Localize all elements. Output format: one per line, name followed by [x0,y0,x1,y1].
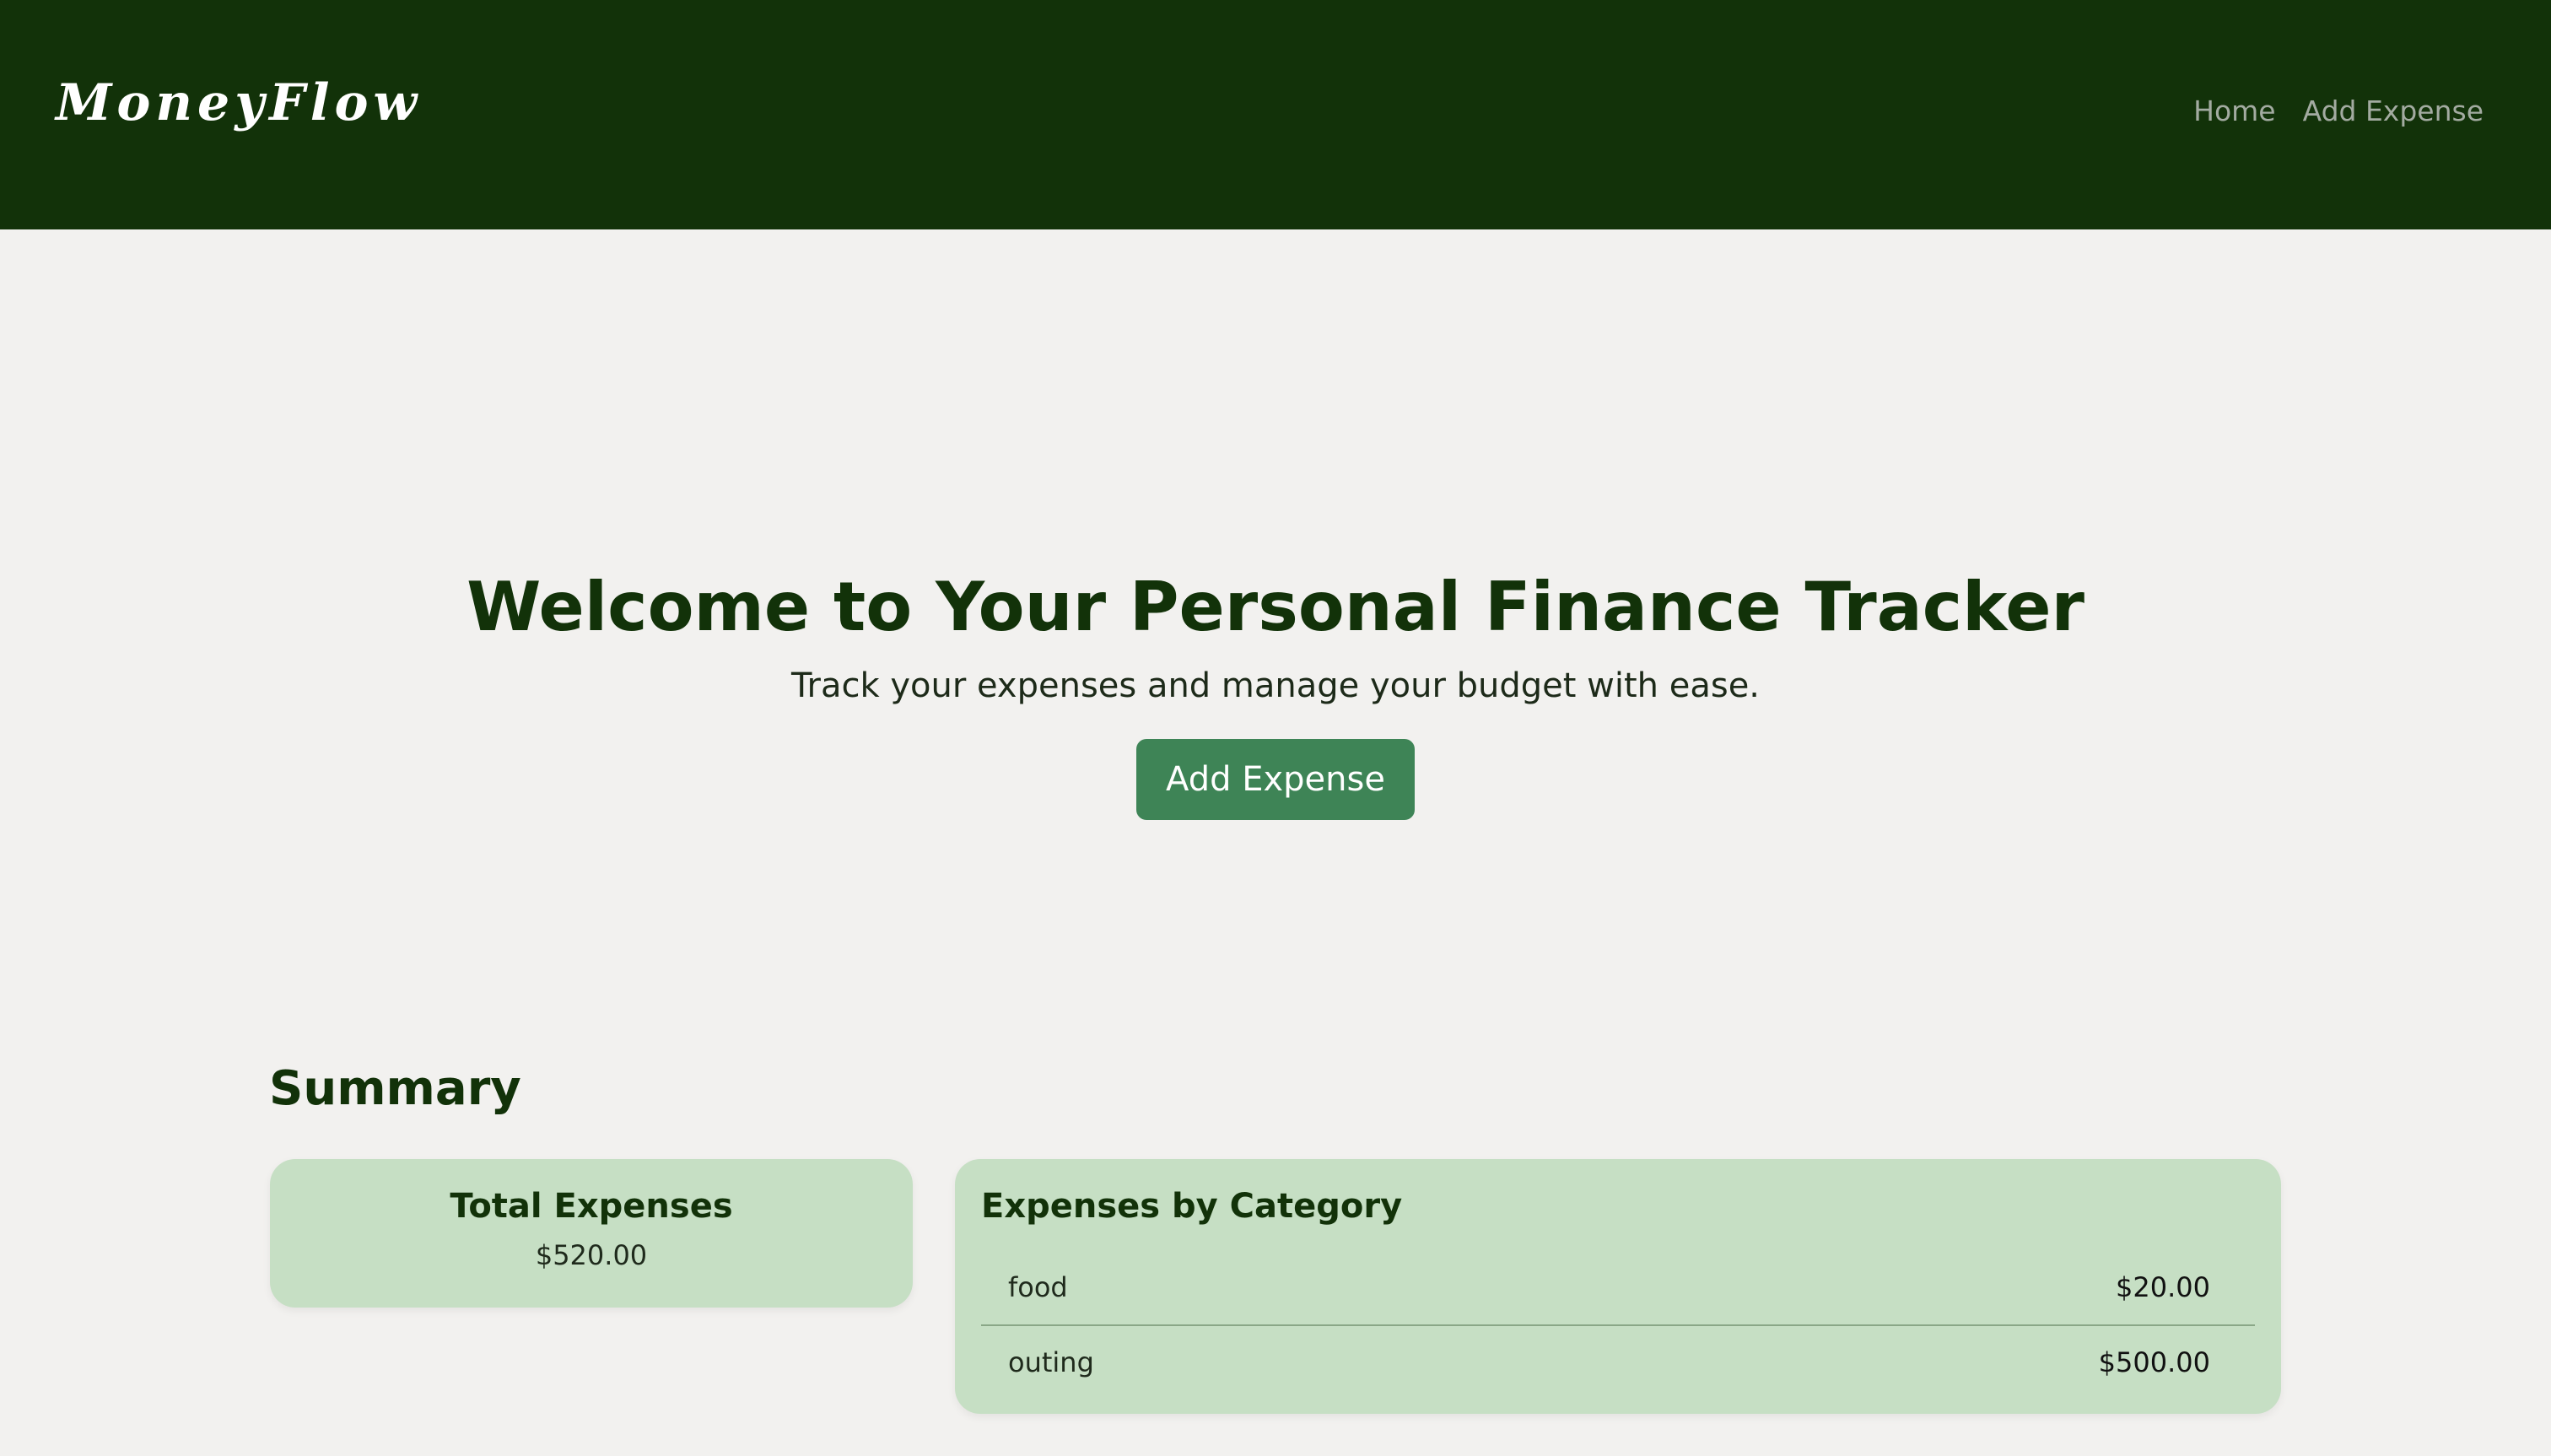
category-row: outing $500.00 [981,1324,2255,1399]
category-list: food $20.00 outing $500.00 [981,1250,2255,1399]
brand-logo[interactable]: MoneyFlow [56,78,422,128]
total-expenses-card: Total Expenses $520.00 [270,1159,913,1308]
nav-link-home[interactable]: Home [2193,94,2275,128]
category-row: food $20.00 [981,1250,2255,1324]
nav-link-add-expense[interactable]: Add Expense [2303,94,2484,128]
summary-title: Summary [269,1061,521,1116]
navbar: MoneyFlow Home Add Expense [0,0,2551,229]
hero-section: Welcome to Your Personal Finance Tracker… [0,557,2551,714]
add-expense-button[interactable]: Add Expense [1136,739,1415,820]
category-amount: $500.00 [2098,1346,2210,1378]
hero-title: Welcome to Your Personal Finance Tracker [467,568,2084,646]
category-amount: $20.00 [2116,1271,2210,1303]
expenses-by-category-title: Expenses by Category [981,1187,1403,1226]
category-name: food [1008,1271,1068,1303]
hero-subtitle: Track your expenses and manage your budg… [790,666,1761,705]
total-expenses-title: Total Expenses [450,1187,733,1226]
expenses-by-category-card: Expenses by Category food $20.00 outing … [955,1159,2281,1414]
total-expenses-amount: $520.00 [535,1239,648,1271]
nav-links: Home Add Expense [2193,94,2484,128]
category-name: outing [1008,1346,1094,1378]
